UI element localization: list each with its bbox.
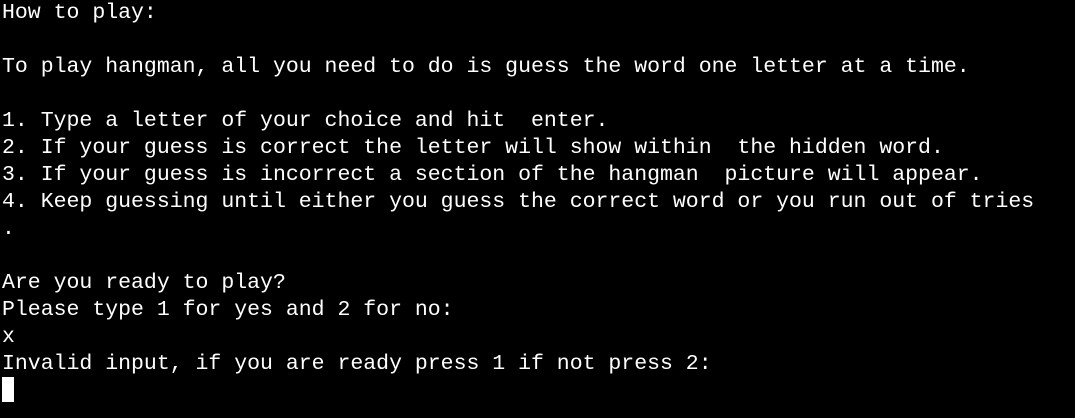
rule-3-line: 3. If your guess is incorrect a section … — [2, 163, 983, 187]
heading-line: How to play: — [2, 1, 157, 25]
user-input-echo: x — [2, 325, 15, 349]
intro-line: To play hangman, all you need to do is g… — [2, 55, 970, 79]
rule-1-line: 1. Type a letter of your choice and hit … — [2, 109, 609, 133]
rule-4-wrap-line: . — [2, 217, 15, 241]
ready-question-line: Are you ready to play? — [2, 271, 286, 295]
rule-4-line: 4. Keep guessing until either you guess … — [2, 190, 1035, 214]
error-message-line: Invalid input, if you are ready press 1 … — [2, 352, 712, 376]
terminal-window[interactable]: How to play: To play hangman, all you ne… — [0, 0, 1075, 418]
prompt-line: Please type 1 for yes and 2 for no: — [2, 298, 454, 322]
rule-2-line: 2. If your guess is correct the letter w… — [2, 136, 944, 160]
text-cursor[interactable] — [2, 377, 14, 402]
